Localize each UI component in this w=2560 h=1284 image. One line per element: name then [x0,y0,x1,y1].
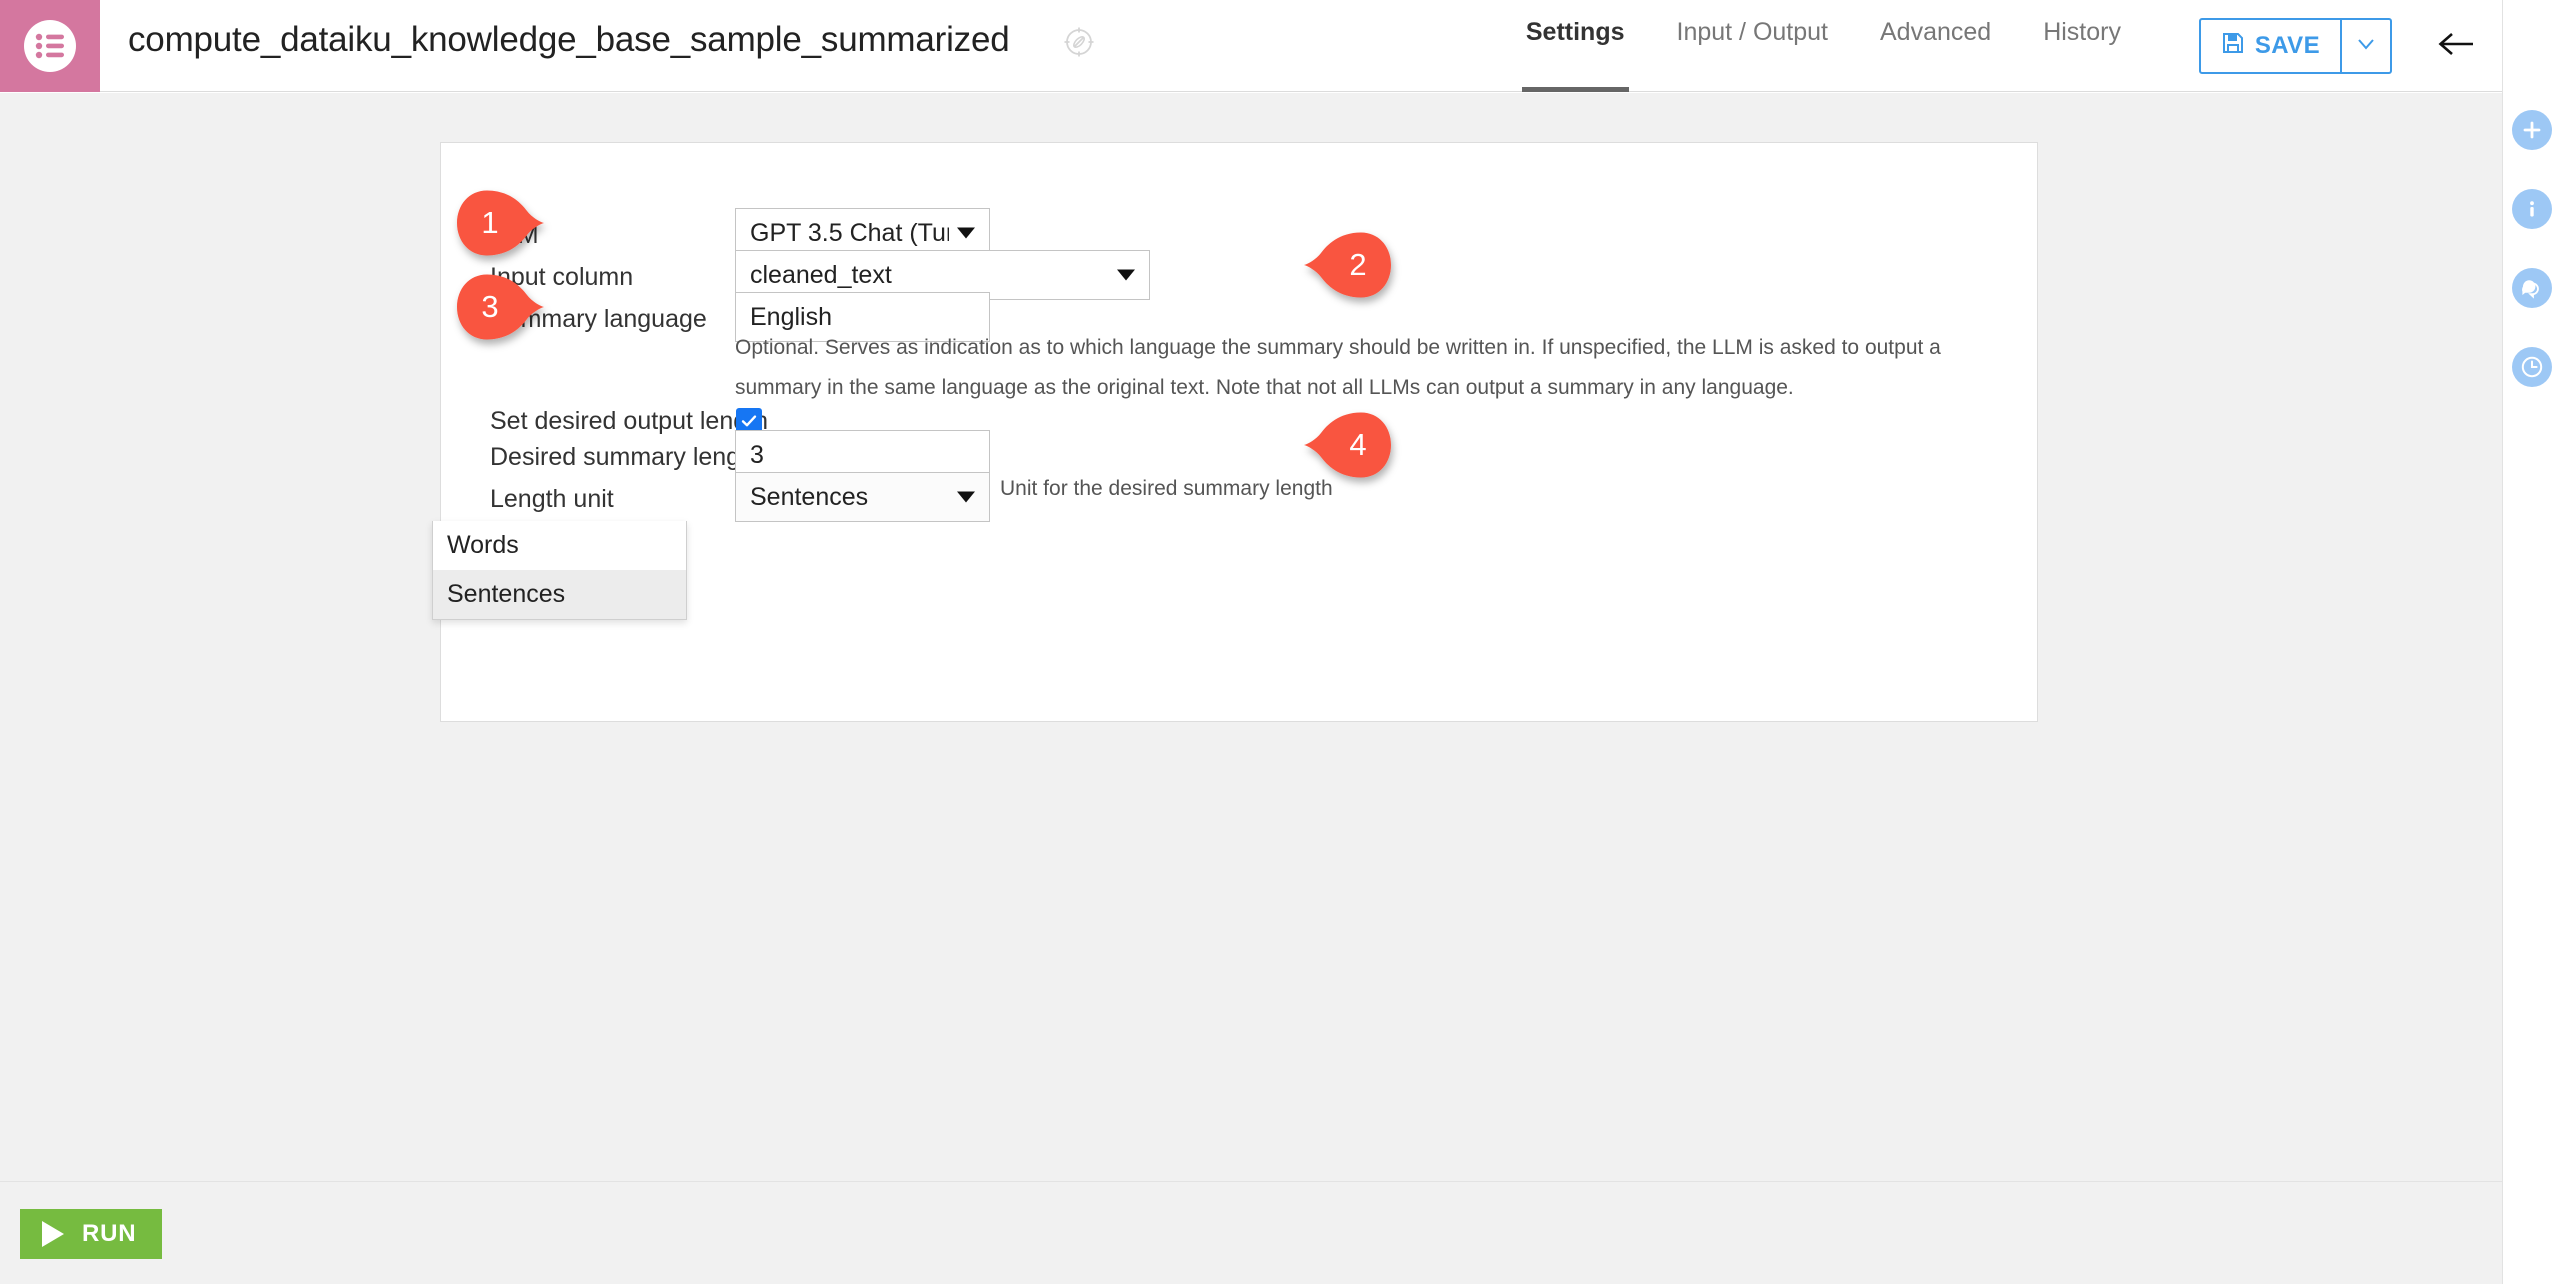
tab-settings[interactable]: Settings [1500,0,1651,92]
run-button[interactable]: RUN [20,1209,163,1259]
main-canvas: LLM GPT 3.5 Chat (Turbo / ChatGPT) (c In… [0,93,2502,1284]
length-unit-select[interactable]: Sentences [735,472,990,522]
settings-card: LLM GPT 3.5 Chat (Turbo / ChatGPT) (c In… [440,142,2038,722]
floppy-disk-icon [2221,31,2245,62]
plus-icon[interactable] [2512,110,2552,150]
chevron-down-icon [2355,33,2377,60]
save-button-group: SAVE [2198,18,2392,74]
length-unit-option-sentences[interactable]: Sentences [433,570,686,619]
save-dropdown-toggle[interactable] [2340,20,2390,72]
save-button-label: SAVE [2254,32,2320,59]
callout-marker-4: 4 [1301,411,1393,479]
save-button[interactable]: SAVE [2201,20,2340,72]
list-menu-icon [24,20,76,72]
bottom-action-bar: RUN [0,1181,2502,1284]
checkmark-icon [741,415,757,427]
right-rail [2502,0,2560,1284]
set-output-length-label: Set desired output length [490,407,768,435]
summary-language-help: Optional. Serves as indication as to whi… [735,336,1941,399]
play-icon [42,1221,64,1247]
tab-advanced[interactable]: Advanced [1854,0,2017,92]
length-unit-value: Sentences [750,482,869,511]
run-button-label: RUN [82,1220,137,1247]
length-unit-label: Length unit [490,485,614,513]
length-unit-dropdown-menu: Words Sentences [432,521,687,620]
app-header: compute_dataiku_knowledge_base_sample_su… [0,0,2502,92]
desired-summary-length-value: 3 [750,440,764,469]
chevron-down-icon [957,227,975,239]
callout-marker-1: 1 [455,189,547,257]
llm-select-value: GPT 3.5 Chat (Turbo / ChatGPT) (c [750,218,949,247]
callout-marker-3: 3 [455,273,547,341]
input-column-value: cleaned_text [750,260,892,289]
tab-input-output[interactable]: Input / Output [1651,0,1855,92]
length-unit-option-words[interactable]: Words [433,521,686,570]
callout-marker-2: 2 [1301,231,1393,299]
tab-history[interactable]: History [2017,0,2147,92]
info-icon[interactable] [2512,189,2552,229]
desired-summary-length-label: Desired summary length [490,443,761,471]
tab-bar: Settings Input / Output Advanced History [1500,0,2147,92]
arrow-left-icon [2435,29,2477,64]
chevron-down-icon [957,491,975,503]
discussions-icon[interactable] [2512,268,2552,308]
app-logo[interactable] [0,0,100,92]
page-title: compute_dataiku_knowledge_base_sample_su… [128,20,1010,59]
compass-icon [1062,25,1096,59]
history-clock-icon[interactable] [2512,347,2552,387]
back-button[interactable] [2428,18,2484,74]
chevron-down-icon [1117,269,1135,281]
